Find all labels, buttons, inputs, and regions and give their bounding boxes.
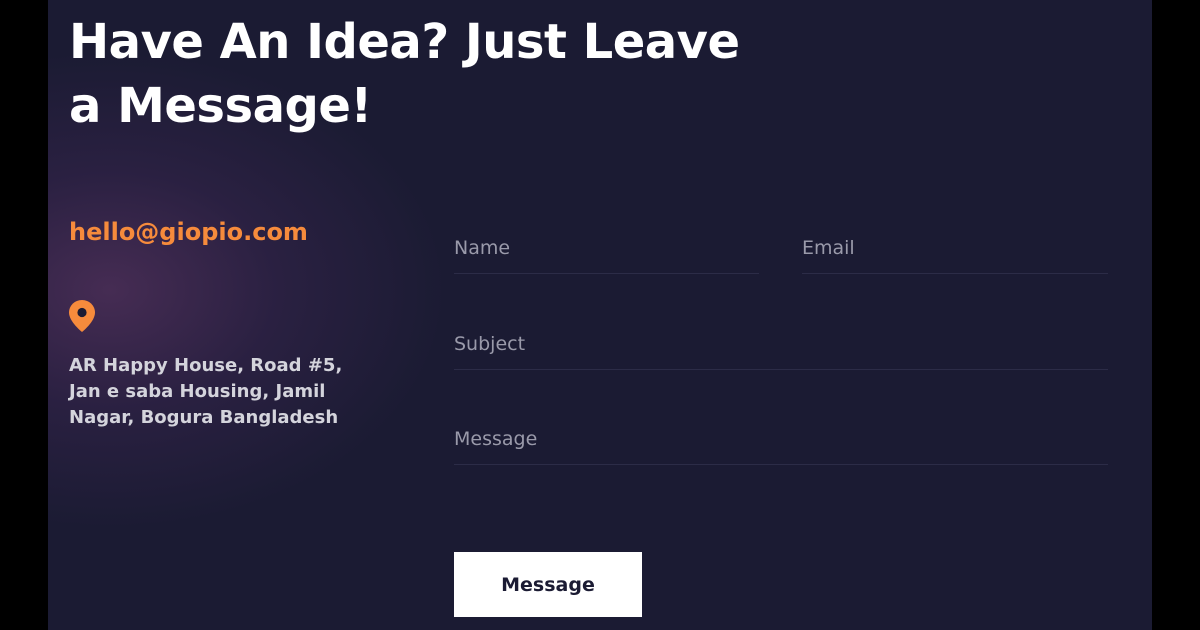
name-input[interactable] [454, 222, 759, 273]
page-title: Have An Idea? Just Leave a Message! [69, 14, 740, 134]
email-input[interactable] [802, 222, 1108, 273]
email-field-wrapper [802, 222, 1108, 274]
name-field-wrapper [454, 222, 759, 274]
contact-email-link[interactable]: hello@giopio.com [69, 218, 308, 246]
message-input[interactable] [454, 413, 1108, 464]
contact-section: Have An Idea? Just Leave a Message! hell… [48, 0, 1152, 630]
submit-message-button[interactable]: Message [454, 552, 642, 617]
message-field-wrapper [454, 413, 1108, 465]
subject-field-wrapper [454, 318, 1108, 370]
subject-input[interactable] [454, 318, 1108, 369]
contact-address: AR Happy House, Road #5, Jan e saba Hous… [69, 355, 343, 428]
map-pin-icon [69, 300, 95, 332]
